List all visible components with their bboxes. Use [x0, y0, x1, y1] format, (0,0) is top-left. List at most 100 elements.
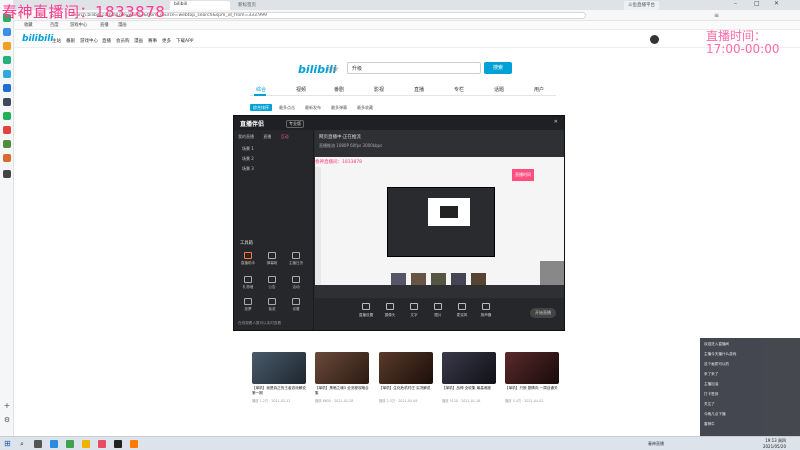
app-icon[interactable]: [3, 126, 11, 134]
scene-item[interactable]: 场景 2: [242, 156, 254, 162]
tab-topic[interactable]: 话题: [494, 86, 504, 93]
video-card[interactable]: 【单机】生化危机村庄 实况解说 播放 2.3万 · 2021-05-09: [379, 352, 433, 412]
tab-bangumi[interactable]: 番剧: [334, 86, 344, 93]
control-button[interactable]: 扬声器: [475, 303, 497, 318]
gear-icon[interactable]: ⚙: [3, 416, 11, 424]
app-icon[interactable]: [114, 440, 122, 448]
app-icon[interactable]: [3, 42, 11, 50]
start-live-button[interactable]: 开始直播: [530, 308, 556, 318]
tool-item[interactable]: 设置: [286, 298, 306, 312]
tab-douyu[interactable]: 斗鱼直播平台: [624, 1, 659, 10]
app-icon[interactable]: [3, 170, 11, 178]
bookmark-item[interactable]: 游戏中心: [70, 22, 87, 28]
add-icon[interactable]: +: [3, 402, 11, 410]
folder-icon[interactable]: [82, 440, 90, 448]
app-icon[interactable]: [3, 98, 11, 106]
video-title[interactable]: 【单机】黑暗之魂3 全流程攻略合集: [315, 386, 369, 396]
nav-item[interactable]: 更多: [162, 38, 171, 44]
nav-item[interactable]: 下载APP: [176, 38, 194, 44]
video-card[interactable]: 【单机】只狼 剧情向 一周目通关 播放 3.4万 · 2021-04-02: [505, 352, 559, 412]
control-button[interactable]: 麦克风: [451, 303, 473, 318]
nav-item[interactable]: 番剧: [66, 38, 75, 44]
tab-movie[interactable]: 影视: [374, 86, 384, 93]
video-title[interactable]: 【单机】战神 全收集 最高难度: [442, 386, 496, 391]
app-icon[interactable]: [3, 56, 11, 64]
control-button[interactable]: 摄像头: [379, 303, 401, 318]
video-title[interactable]: 【单机】我是真正的王者游戏解说第一期: [252, 386, 306, 396]
tab-bilibili[interactable]: bilibili: [170, 1, 230, 10]
video-thumbnail[interactable]: [252, 352, 306, 384]
video-card[interactable]: 【单机】我是真正的王者游戏解说第一期 播放 1.2万 · 2021-03-12: [252, 352, 306, 412]
bookmark-item[interactable]: 漫画: [118, 22, 127, 28]
nav-item[interactable]: 漫画: [134, 38, 143, 44]
filter-item[interactable]: 最新发布: [302, 104, 324, 111]
close-icon[interactable]: ✕: [774, 0, 779, 7]
filter-item[interactable]: 最多点击: [276, 104, 298, 111]
tool-item[interactable]: 活动: [286, 276, 306, 290]
subtab[interactable]: 直播: [263, 134, 271, 139]
tool-item[interactable]: 礼物墙: [238, 276, 258, 290]
taskview-icon[interactable]: [34, 440, 42, 448]
bookmark-item[interactable]: 百度: [50, 22, 59, 28]
filter-item[interactable]: 综合排序: [250, 104, 272, 111]
bili-logo-small[interactable]: bilibili: [22, 34, 53, 44]
subtab[interactable]: 互动: [281, 134, 289, 139]
video-thumbnail[interactable]: [442, 352, 496, 384]
app-icon[interactable]: [3, 84, 11, 92]
video-thumbnail[interactable]: [315, 352, 369, 384]
search-icon[interactable]: ⌕: [20, 440, 28, 448]
tool-item[interactable]: 抽奖: [262, 298, 282, 312]
tool-item[interactable]: 主播日历: [286, 252, 306, 266]
start-icon[interactable]: ⊞: [4, 440, 12, 448]
app-icon[interactable]: [3, 70, 11, 78]
browser-icon[interactable]: [66, 440, 74, 448]
search-input[interactable]: 升级: [347, 62, 481, 74]
video-card[interactable]: 【单机】黑暗之魂3 全流程攻略合集 播放 8650 · 2021-02-28: [315, 352, 369, 412]
clock[interactable]: 19:13 周四 2021/05/20: [763, 438, 786, 450]
bookmark-item[interactable]: 收藏: [24, 22, 33, 28]
video-title[interactable]: 【单机】只狼 剧情向 一周目通关: [505, 386, 559, 391]
bookmark-item[interactable]: 直播: [100, 22, 109, 28]
tab-video[interactable]: 视频: [296, 86, 306, 93]
app-icon[interactable]: [3, 112, 11, 120]
edge-icon[interactable]: [50, 440, 58, 448]
tab-user[interactable]: 用户: [534, 86, 544, 93]
filter-item[interactable]: 最多弹幕: [328, 104, 350, 111]
nav-item[interactable]: 游戏中心: [80, 38, 98, 44]
tab-all[interactable]: 综合: [256, 86, 266, 93]
app-icon[interactable]: [3, 140, 11, 148]
maximize-icon[interactable]: □: [754, 0, 760, 7]
app-icon[interactable]: [130, 440, 138, 448]
minimize-icon[interactable]: –: [734, 0, 737, 7]
tab-new[interactable]: 新标签页: [234, 1, 260, 10]
nav-item[interactable]: 赛事: [148, 38, 157, 44]
close-icon[interactable]: ✕: [554, 119, 558, 125]
tool-item[interactable]: 直播助手: [238, 252, 258, 266]
app-icon[interactable]: [98, 440, 106, 448]
tab-article[interactable]: 专栏: [454, 86, 464, 93]
video-thumbnail[interactable]: [379, 352, 433, 384]
video-card[interactable]: 【单机】战神 全收集 最高难度 播放 5120 · 2021-01-16: [442, 352, 496, 412]
nav-item[interactable]: 直播: [102, 38, 111, 44]
menu-icon[interactable]: ≡: [714, 12, 719, 19]
scene-item[interactable]: 场景 3: [242, 166, 254, 172]
nav-item[interactable]: 会员购: [116, 38, 130, 44]
tool-item[interactable]: 公告: [262, 276, 282, 290]
avatar[interactable]: [650, 35, 659, 44]
scene-item[interactable]: 场景 1: [242, 146, 254, 152]
tab-live[interactable]: 直播: [414, 86, 424, 93]
tool-item[interactable]: 弹幕姬: [262, 252, 282, 266]
tool-item[interactable]: 投票: [238, 298, 258, 312]
filter-item[interactable]: 最多收藏: [354, 104, 376, 111]
control-button[interactable]: 文字: [403, 303, 425, 318]
search-button[interactable]: 搜索: [484, 62, 512, 74]
control-button[interactable]: 直播设置: [355, 303, 377, 318]
tray-label[interactable]: 春神直播: [648, 441, 664, 447]
app-icon[interactable]: [3, 28, 11, 36]
nav-item[interactable]: 主站: [52, 38, 61, 44]
video-thumbnail[interactable]: [505, 352, 559, 384]
video-title[interactable]: 【单机】生化危机村庄 实况解说: [379, 386, 433, 391]
subtab[interactable]: 我的直播: [238, 134, 254, 139]
control-button[interactable]: 图片: [427, 303, 449, 318]
app-icon[interactable]: [3, 154, 11, 162]
